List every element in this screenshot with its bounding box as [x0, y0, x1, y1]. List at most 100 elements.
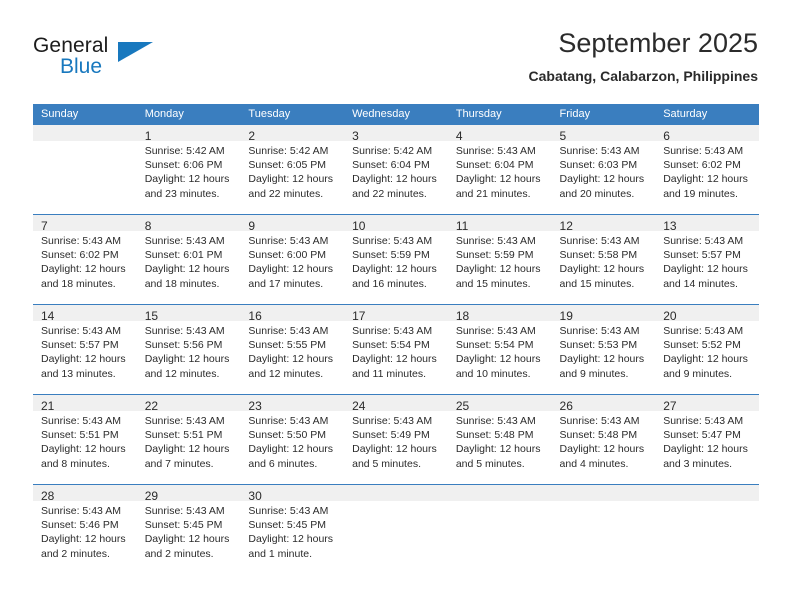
day-details: Sunrise: 5:43 AM Sunset: 6:00 PM Daylight:…: [240, 231, 344, 291]
day-details: Sunrise: 5:43 AM Sunset: 6:02 PM Daylight:…: [655, 141, 759, 201]
sunset-text: Sunset: 5:57 PM: [663, 249, 741, 262]
sunset-text: Sunset: 5:55 PM: [248, 339, 327, 352]
calendar-table: Sunday Monday Tuesday Wednesday Thursday…: [33, 104, 759, 575]
day-details: Sunrise: 5:42 AM Sunset: 6:06 PM Daylight:…: [137, 141, 241, 201]
sunset-text: Sunset: 5:50 PM: [248, 429, 327, 442]
day-number: 22: [136, 395, 241, 413]
calendar-week-row: 1 Sunrise: 5:42 AM Sunset: 6:06 PM Daylight…: [33, 124, 759, 215]
day-details: Sunrise: 5:43 AM Sunset: 6:03 PM Daylight:…: [552, 141, 656, 201]
calendar-day-cell[interactable]: 12 Sunrise: 5:43 AM Sunset: 5:58 PM Dayligh…: [551, 214, 656, 305]
calendar-day-cell[interactable]: 24 Sunrise: 5:43 AM Sunset: 5:49 PM Dayligh…: [344, 394, 448, 485]
daylight-text-line2: and 15 minutes.: [455, 277, 531, 290]
sunrise-text: Sunrise: 5:43 AM: [455, 415, 536, 427]
sunset-text: Sunset: 5:48 PM: [455, 429, 534, 442]
calendar-day-cell[interactable]: 4 Sunrise: 5:43 AM Sunset: 6:04 PM Daylight…: [447, 124, 552, 215]
sunrise-text: Sunrise: 5:43 AM: [248, 235, 329, 247]
calendar-day-cell[interactable]: 19 Sunrise: 5:43 AM Sunset: 5:53 PM Dayligh…: [551, 304, 656, 395]
day-number: 8: [136, 215, 241, 233]
sunset-text: Sunset: 5:59 PM: [352, 249, 430, 262]
weekday-header-thursday: Thursday: [447, 104, 552, 125]
calendar-day-cell[interactable]: 9 Sunrise: 5:43 AM Sunset: 6:00 PM Daylight…: [240, 214, 345, 305]
calendar-day-cell[interactable]: 17 Sunrise: 5:43 AM Sunset: 5:54 PM Dayligh…: [344, 304, 448, 395]
daylight-text-line1: Daylight: 12 hours: [248, 353, 334, 366]
sunset-text: Sunset: 5:47 PM: [663, 429, 741, 442]
calendar-day-cell[interactable]: 22 Sunrise: 5:43 AM Sunset: 5:51 PM Dayligh…: [136, 394, 241, 485]
calendar-day-cell[interactable]: 21 Sunrise: 5:43 AM Sunset: 5:51 PM Dayligh…: [33, 394, 137, 485]
sunset-text: Sunset: 6:04 PM: [352, 159, 430, 172]
sunrise-text: Sunrise: 5:42 AM: [352, 145, 433, 157]
daylight-text-line1: Daylight: 12 hours: [248, 173, 334, 186]
calendar-day-cell[interactable]: 14 Sunrise: 5:43 AM Sunset: 5:57 PM Dayligh…: [33, 304, 137, 395]
daylight-text-line2: and 8 minutes.: [41, 457, 110, 470]
calendar-day-cell[interactable]: 3 Sunrise: 5:42 AM Sunset: 6:04 PM Daylight…: [344, 124, 448, 215]
sunset-text: Sunset: 5:51 PM: [41, 429, 119, 442]
daylight-text-line1: Daylight: 12 hours: [352, 353, 437, 366]
daylight-text-line1: Daylight: 12 hours: [41, 443, 126, 456]
calendar-day-cell[interactable]: 26 Sunrise: 5:43 AM Sunset: 5:48 PM Dayligh…: [551, 394, 656, 485]
daylight-text-line1: Daylight: 12 hours: [41, 533, 126, 546]
day-number: 12: [551, 215, 656, 233]
day-number: 2: [240, 125, 345, 143]
daylight-text-line1: Daylight: 12 hours: [352, 263, 437, 276]
day-number: 18: [447, 305, 552, 323]
day-number: 4: [447, 125, 552, 143]
sunrise-text: Sunrise: 5:43 AM: [663, 325, 744, 337]
daylight-text-line2: and 19 minutes.: [663, 187, 738, 200]
sunset-text: Sunset: 5:52 PM: [663, 339, 741, 352]
calendar-day-cell[interactable]: 25 Sunrise: 5:43 AM Sunset: 5:48 PM Dayligh…: [447, 394, 552, 485]
sunrise-text: Sunrise: 5:43 AM: [352, 235, 433, 247]
calendar-day-cell[interactable]: 16 Sunrise: 5:43 AM Sunset: 5:55 PM Dayligh…: [240, 304, 345, 395]
day-number: 20: [655, 305, 759, 323]
daylight-text-line1: Daylight: 12 hours: [455, 263, 541, 276]
day-number: 7: [33, 215, 137, 233]
day-number: 23: [240, 395, 345, 413]
calendar-day-cell[interactable]: 1 Sunrise: 5:42 AM Sunset: 6:06 PM Daylight…: [136, 124, 241, 215]
daylight-text-line1: Daylight: 12 hours: [144, 533, 230, 546]
day-number: [551, 485, 656, 501]
day-number: 17: [344, 305, 448, 323]
sunset-text: Sunset: 5:59 PM: [455, 249, 534, 262]
calendar-day-cell[interactable]: 10 Sunrise: 5:43 AM Sunset: 5:59 PM Dayligh…: [344, 214, 448, 305]
calendar-day-cell[interactable]: 29 Sunrise: 5:43 AM Sunset: 5:45 PM Dayligh…: [136, 484, 241, 575]
daylight-text-line2: and 22 minutes.: [248, 187, 324, 200]
sunrise-text: Sunrise: 5:43 AM: [352, 415, 433, 427]
calendar-day-cell[interactable]: 23 Sunrise: 5:43 AM Sunset: 5:50 PM Dayligh…: [240, 394, 345, 485]
sunrise-text: Sunrise: 5:43 AM: [352, 325, 433, 337]
calendar-day-cell[interactable]: 5 Sunrise: 5:43 AM Sunset: 6:03 PM Daylight…: [551, 124, 656, 215]
day-details: Sunrise: 5:43 AM Sunset: 5:52 PM Daylight:…: [655, 321, 759, 381]
calendar-day-cell[interactable]: 18 Sunrise: 5:43 AM Sunset: 5:54 PM Dayligh…: [447, 304, 552, 395]
calendar-day-cell[interactable]: 15 Sunrise: 5:43 AM Sunset: 5:56 PM Dayligh…: [136, 304, 241, 395]
sunset-text: Sunset: 5:53 PM: [559, 339, 638, 352]
daylight-text-line2: and 4 minutes.: [559, 457, 629, 470]
calendar-day-cell[interactable]: 7 Sunrise: 5:43 AM Sunset: 6:02 PM Daylight…: [33, 214, 137, 305]
sunrise-text: Sunrise: 5:43 AM: [663, 145, 744, 157]
calendar-day-cell[interactable]: 8 Sunrise: 5:43 AM Sunset: 6:01 PM Daylight…: [136, 214, 241, 305]
sunset-text: Sunset: 5:54 PM: [352, 339, 430, 352]
calendar-day-cell[interactable]: 2 Sunrise: 5:42 AM Sunset: 6:05 PM Daylight…: [240, 124, 345, 215]
sunrise-text: Sunrise: 5:43 AM: [455, 235, 536, 247]
daylight-text-line1: Daylight: 12 hours: [663, 353, 748, 366]
calendar-day-cell[interactable]: 11 Sunrise: 5:43 AM Sunset: 5:59 PM Dayligh…: [447, 214, 552, 305]
calendar-day-cell[interactable]: 6 Sunrise: 5:43 AM Sunset: 6:02 PM Daylight…: [655, 124, 759, 215]
daylight-text-line2: and 14 minutes.: [663, 277, 738, 290]
calendar-day-cell[interactable]: 20 Sunrise: 5:43 AM Sunset: 5:52 PM Dayligh…: [655, 304, 759, 395]
calendar-day-cell[interactable]: 30 Sunrise: 5:43 AM Sunset: 5:45 PM Dayligh…: [240, 484, 345, 575]
sunset-text: Sunset: 5:54 PM: [455, 339, 534, 352]
calendar-day-cell[interactable]: 27 Sunrise: 5:43 AM Sunset: 5:47 PM Dayligh…: [655, 394, 759, 485]
calendar-day-cell[interactable]: 28 Sunrise: 5:43 AM Sunset: 5:46 PM Dayligh…: [33, 484, 137, 575]
daylight-text-line2: and 23 minutes.: [144, 187, 220, 200]
calendar-day-cell-empty: [447, 484, 552, 575]
brand-logo[interactable]: General Blue: [33, 34, 233, 90]
daylight-text-line2: and 12 minutes.: [144, 367, 220, 380]
day-details: Sunrise: 5:43 AM Sunset: 5:48 PM Daylight:…: [552, 411, 656, 471]
calendar-day-cell[interactable]: 13 Sunrise: 5:43 AM Sunset: 5:57 PM Dayligh…: [655, 214, 759, 305]
day-details: Sunrise: 5:43 AM Sunset: 5:59 PM Daylight:…: [448, 231, 552, 291]
weekday-header-wednesday: Wednesday: [344, 104, 448, 125]
day-details: Sunrise: 5:43 AM Sunset: 6:02 PM Daylight:…: [33, 231, 137, 291]
brand-name-blue: Blue: [60, 55, 103, 78]
sunset-text: Sunset: 6:02 PM: [663, 159, 741, 172]
day-number: 3: [344, 125, 448, 143]
day-details: Sunrise: 5:43 AM Sunset: 5:48 PM Daylight:…: [448, 411, 552, 471]
day-number: 13: [655, 215, 759, 233]
day-details: Sunrise: 5:43 AM Sunset: 5:55 PM Daylight:…: [240, 321, 344, 381]
